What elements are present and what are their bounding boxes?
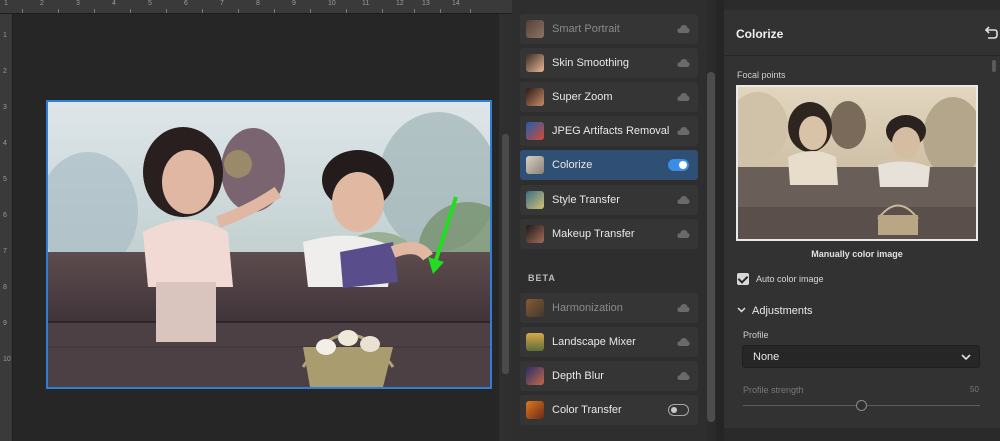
ruler-label: 9 [292, 0, 296, 7]
ruler-label: 8 [3, 284, 7, 291]
panel-footer [724, 428, 1000, 441]
profile-strength-value: 50 [970, 385, 979, 394]
filter-label: JPEG Artifacts Removal [552, 125, 670, 137]
preview-image [738, 87, 976, 239]
profile-select[interactable]: None [742, 345, 980, 368]
filter-label: Smart Portrait [552, 23, 620, 35]
profile-strength-slider-thumb[interactable] [856, 400, 867, 411]
depth-blur-thumbnail [526, 367, 544, 385]
ruler-label: 10 [3, 356, 11, 363]
ruler-label: 1 [4, 0, 8, 7]
filter-item-jpeg-artifacts-removal[interactable]: JPEG Artifacts Removal [520, 116, 698, 146]
filter-item-colorize[interactable]: Colorize [520, 150, 698, 180]
filter-label: Makeup Transfer [552, 228, 635, 240]
filter-item-makeup-transfer[interactable]: Makeup Transfer [520, 219, 698, 249]
horizontal-ruler: 1 2 3 4 5 6 7 8 9 10 11 12 13 14 [0, 0, 512, 14]
filter-item-super-zoom[interactable]: Super Zoom [520, 82, 698, 112]
photo-image [48, 102, 490, 387]
ruler-label: 3 [76, 0, 80, 7]
cloud-download-icon[interactable] [677, 92, 690, 102]
filter-item-color-transfer[interactable]: Color Transfer [520, 395, 698, 425]
ruler-label: 6 [184, 0, 188, 7]
filters-scrollbar[interactable] [706, 10, 716, 430]
profile-label: Profile [743, 330, 769, 340]
style-transfer-thumbnail [526, 191, 544, 209]
filter-label: Depth Blur [552, 370, 604, 382]
super-zoom-thumbnail [526, 88, 544, 106]
cloud-download-icon[interactable] [677, 58, 690, 68]
color-transfer-toggle[interactable] [668, 404, 689, 416]
ruler-label: 11 [362, 0, 370, 7]
adjustments-section-toggle[interactable]: Adjustments [752, 305, 813, 317]
ruler-label: 7 [3, 248, 7, 255]
filter-label: Color Transfer [552, 404, 622, 416]
filter-label: Colorize [552, 159, 593, 171]
panel-title: Colorize [736, 27, 784, 41]
filter-label: Landscape Mixer [552, 336, 636, 348]
panel-divider [716, 0, 724, 441]
ruler-label: 12 [396, 0, 404, 7]
ruler-label: 14 [452, 0, 460, 7]
focal-points-label: Focal points [737, 70, 786, 80]
cloud-download-icon[interactable] [677, 337, 690, 347]
ruler-label: 9 [3, 320, 7, 327]
colorize-thumbnail [526, 156, 544, 174]
ruler-label: 4 [3, 140, 7, 147]
filter-label: Style Transfer [552, 194, 620, 206]
ruler-label: 2 [40, 0, 44, 7]
color-transfer-thumbnail [526, 401, 544, 419]
filter-item-depth-blur[interactable]: Depth Blur [520, 361, 698, 391]
ruler-label: 3 [3, 104, 7, 111]
profile-select-value: None [753, 351, 780, 363]
ruler-label: 5 [148, 0, 152, 7]
filter-item-harmonization[interactable]: Harmonization [520, 293, 698, 323]
filter-label: Harmonization [552, 302, 623, 314]
filter-item-skin-smoothing[interactable]: Skin Smoothing [520, 48, 698, 78]
chevron-down-icon[interactable] [737, 305, 746, 314]
filter-label: Skin Smoothing [552, 57, 630, 69]
smart-portrait-thumbnail [526, 20, 544, 38]
ruler-label: 7 [220, 0, 224, 7]
reset-icon[interactable] [984, 26, 998, 40]
harmonization-thumbnail [526, 299, 544, 317]
colorize-toggle[interactable] [668, 159, 689, 171]
jpeg-artifacts-thumbnail [526, 122, 544, 140]
filter-item-style-transfer[interactable]: Style Transfer [520, 185, 698, 215]
makeup-transfer-thumbnail [526, 225, 544, 243]
landscape-mixer-thumbnail [526, 333, 544, 351]
ruler-label: 13 [422, 0, 430, 7]
ruler-label: 10 [328, 0, 336, 7]
manually-color-image-label: Manually color image [811, 249, 903, 259]
cloud-download-icon[interactable] [677, 126, 690, 136]
beta-section-heading: BETA [528, 273, 556, 283]
canvas-scroll-thumb[interactable] [502, 134, 509, 374]
focal-points-preview[interactable] [736, 85, 978, 241]
cloud-download-icon[interactable] [677, 229, 690, 239]
ruler-label: 6 [3, 212, 7, 219]
cloud-download-icon[interactable] [677, 303, 690, 313]
profile-strength-label: Profile strength [743, 385, 804, 395]
vertical-ruler: 1 2 3 4 5 6 7 8 9 10 [0, 14, 13, 441]
ruler-label: 4 [112, 0, 116, 7]
filter-label: Super Zoom [552, 91, 613, 103]
filter-item-smart-portrait[interactable]: Smart Portrait [520, 14, 698, 44]
ruler-label: 5 [3, 176, 7, 183]
colorized-photo[interactable] [46, 100, 492, 389]
auto-color-label[interactable]: Auto color image [756, 274, 824, 284]
filters-scroll-thumb[interactable] [707, 72, 715, 422]
panel-scroll-thumb[interactable] [992, 60, 996, 72]
canvas-scrollbar[interactable] [499, 14, 512, 441]
skin-smoothing-thumbnail [526, 54, 544, 72]
ruler-label: 8 [256, 0, 260, 7]
cloud-download-icon[interactable] [677, 195, 690, 205]
auto-color-checkbox[interactable] [737, 273, 749, 285]
ruler-label: 2 [3, 68, 7, 75]
filter-item-landscape-mixer[interactable]: Landscape Mixer [520, 327, 698, 357]
chevron-down-icon [961, 354, 971, 361]
cloud-download-icon[interactable] [677, 24, 690, 34]
ruler-label: 1 [3, 32, 7, 39]
cloud-download-icon[interactable] [677, 371, 690, 381]
